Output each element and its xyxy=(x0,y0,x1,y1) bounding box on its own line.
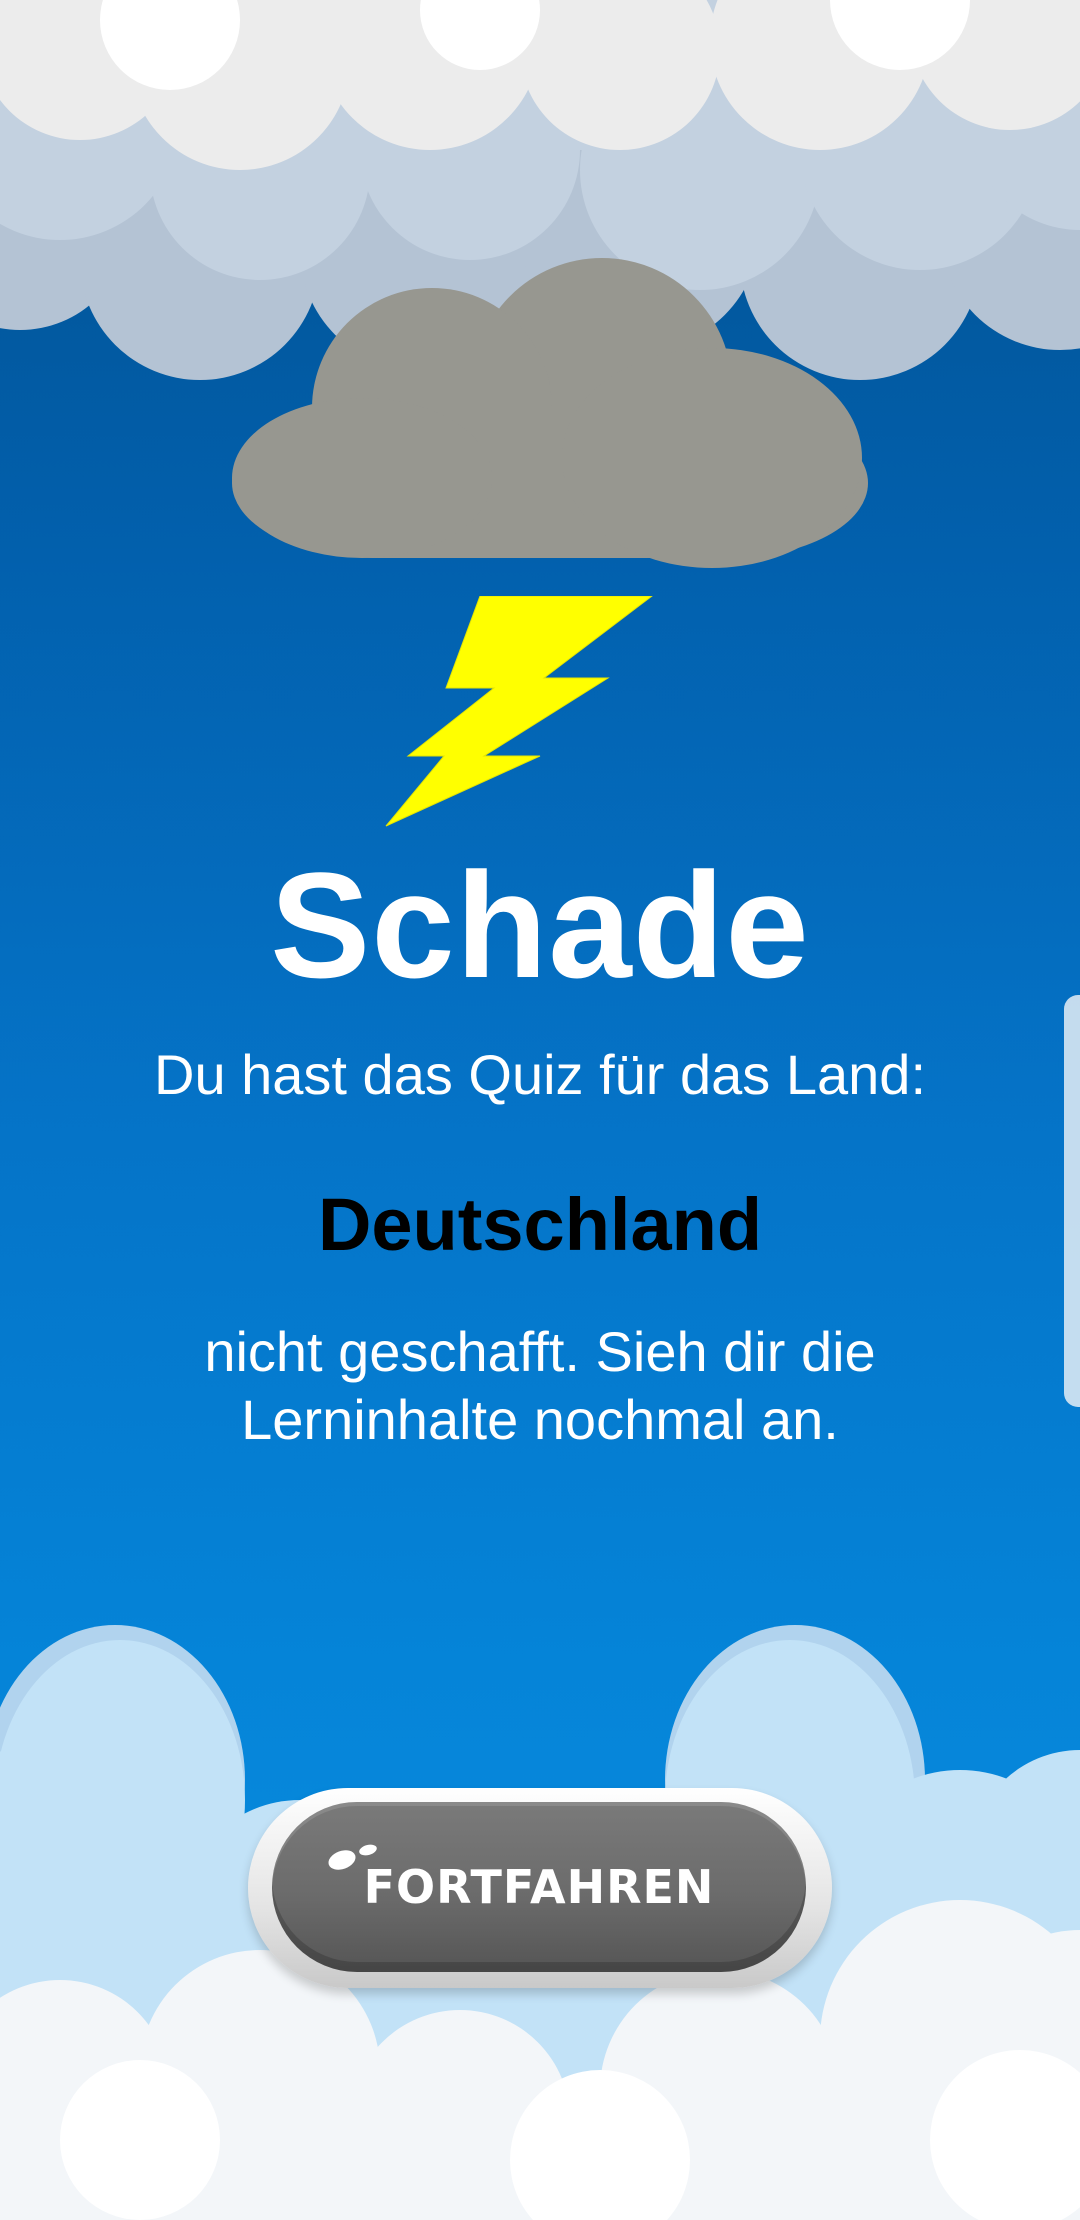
result-title: Schade xyxy=(270,841,810,1009)
storm-cloud-icon xyxy=(232,258,868,568)
lightning-bolt-icon xyxy=(385,596,653,827)
continue-button-label: FORTFAHREN xyxy=(363,1860,715,1914)
country-name: Deutschland xyxy=(317,1183,763,1266)
result-message-intro: Du hast das Quiz für das Land: xyxy=(154,1043,926,1106)
side-panel-handle[interactable] xyxy=(1064,995,1080,1407)
result-message-outro: nicht geschafft. Sieh dir die Lerninhalt… xyxy=(204,1320,876,1451)
continue-button[interactable]: FORTFAHREN xyxy=(272,1802,806,1972)
continue-button-frame: FORTFAHREN xyxy=(248,1788,832,1988)
quiz-result-screen: Schade Du hast das Quiz für das Land: De… xyxy=(0,0,1080,2220)
